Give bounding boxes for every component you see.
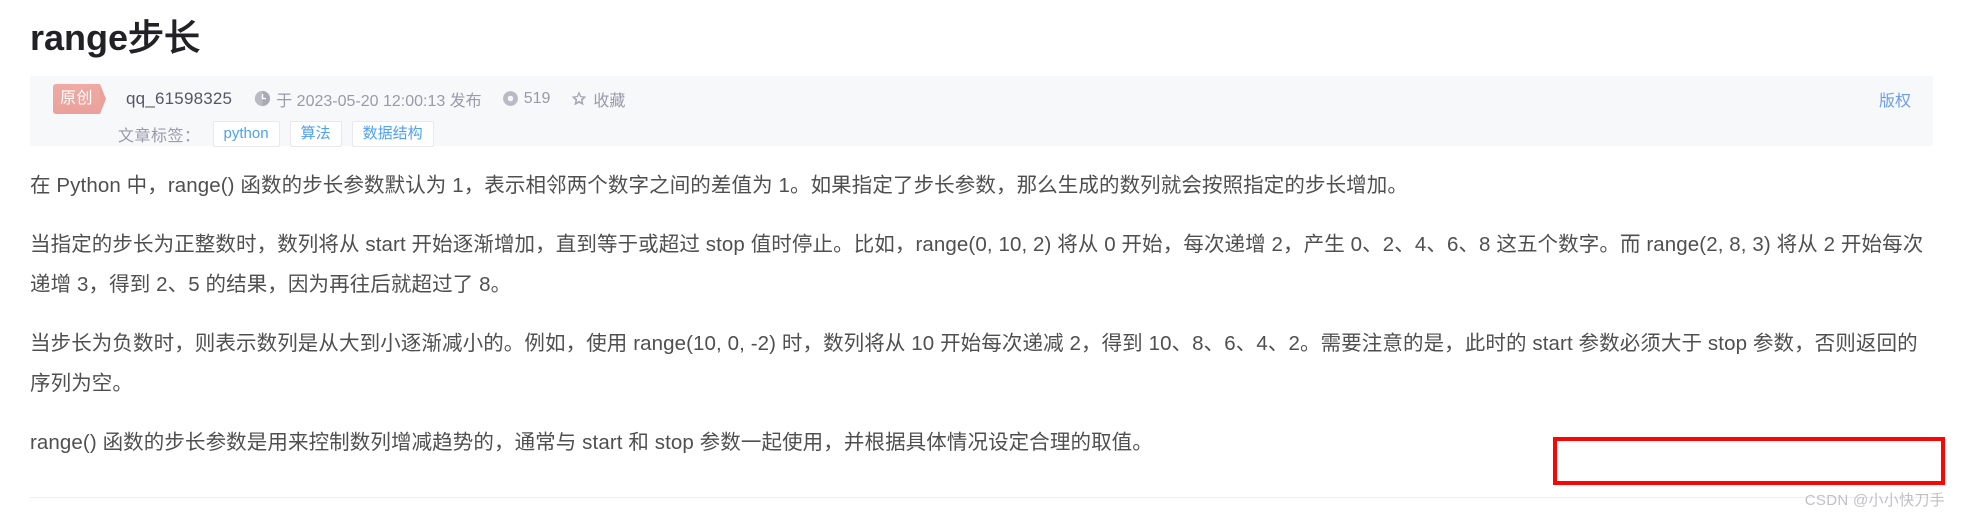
- article-meta-bar: 原创 qq_61598325 于 2023-05-20 12:00:13 发布: [30, 75, 1933, 149]
- page-title: range步长: [30, 17, 201, 58]
- article-body: 在 Python 中，range() 函数的步长参数默认为 1，表示相邻两个数字…: [30, 166, 1945, 485]
- original-badge: 原创: [53, 83, 107, 114]
- tag-item-data-structure[interactable]: 数据结构: [351, 120, 434, 147]
- body-paragraph-4: range() 函数的步长参数是用来控制数列增减趋势的，通常与 start 和 …: [30, 430, 1153, 454]
- favorite-label[interactable]: 收藏: [593, 87, 625, 111]
- tags-row: 文章标签： python 算法 数据结构: [30, 119, 1933, 149]
- copyright-link[interactable]: 版权: [1879, 87, 1911, 111]
- clock-icon: [254, 90, 271, 107]
- body-paragraph-2: 当指定的步长为正整数时，数列将从 start 开始逐渐增加，直到等于或超过 st…: [30, 232, 1924, 296]
- publish-time: 于 2023-05-20 12:00:13 发布: [276, 92, 482, 110]
- watermark: CSDN @小小快刀手: [1804, 492, 1945, 509]
- publish-time-group: 于 2023-05-20 12:00:13 发布: [254, 87, 482, 111]
- body-paragraph-3: 当步长为负数时，则表示数列是从大到小逐渐减小的。例如，使用 range(10, …: [30, 331, 1918, 395]
- body-paragraph-1: 在 Python 中，range() 函数的步长参数默认为 1，表示相邻两个数字…: [30, 173, 1408, 197]
- favorite-button[interactable]: 收藏: [570, 87, 625, 111]
- meta-row: 原创 qq_61598325 于 2023-05-20 12:00:13 发布: [30, 76, 1933, 119]
- bottom-divider: [30, 497, 1933, 498]
- article-page: range步长 原创 qq_61598325 于 2023-05-20 12:0…: [0, 0, 1963, 516]
- tag-item-python[interactable]: python: [212, 120, 280, 147]
- views-count: 519: [523, 89, 551, 107]
- eye-icon: [502, 90, 519, 107]
- views-group: 519: [502, 89, 551, 108]
- tag-item-algorithm[interactable]: 算法: [289, 120, 342, 147]
- author-name[interactable]: qq_61598325: [126, 89, 232, 109]
- star-icon[interactable]: [570, 90, 588, 108]
- tags-label: 文章标签：: [118, 127, 201, 145]
